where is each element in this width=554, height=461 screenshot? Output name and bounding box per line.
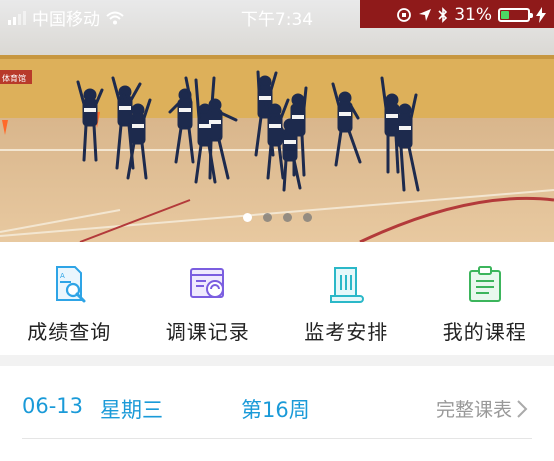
scroll-icon (330, 267, 365, 303)
today-schedule-header: 06-13 星期三 第16周 完整课表 (0, 366, 554, 438)
divider (22, 438, 532, 439)
schedule-date: 06-13 (22, 394, 84, 418)
carousel-dot[interactable] (282, 213, 292, 222)
carousel-dot[interactable] (242, 213, 252, 222)
menu-label: 我的课程 (442, 320, 527, 344)
orientation-lock-icon (397, 8, 412, 22)
carousel-dot[interactable] (262, 213, 272, 222)
menu-exam-proctoring[interactable]: 监考安排 (277, 242, 416, 355)
charging-bolt-icon (536, 7, 546, 23)
banner-carousel[interactable]: 体育馆 中国移动 下午7:34 31% (0, 0, 554, 242)
carousel-pagination[interactable] (0, 213, 554, 222)
menu-label: 监考安排 (304, 320, 389, 344)
chevron-right-icon (517, 399, 528, 418)
location-icon (419, 9, 432, 21)
svg-text:A: A (60, 272, 65, 280)
status-bar: 中国移动 下午7:34 31% (0, 0, 554, 30)
full-timetable-link[interactable]: 完整课表 (436, 395, 528, 422)
schedule-change-icon (189, 268, 224, 298)
full-timetable-label: 完整课表 (435, 399, 512, 421)
menu-label: 调课记录 (165, 320, 250, 344)
schedule-week: 第16周 (241, 398, 310, 422)
schedule-weekday: 星期三 (100, 398, 163, 422)
battery-icon (498, 8, 533, 22)
bluetooth-icon (438, 7, 448, 23)
menu-schedule-change[interactable]: 调课记录 (139, 242, 278, 355)
menu-label: 成绩查询 (27, 320, 112, 344)
clipboard-icon (468, 266, 501, 302)
banner-image: 体育馆 (0, 0, 554, 242)
quick-menu: A 成绩查询 调课记录 监考安排 我的课程 (0, 242, 554, 355)
menu-grade-query[interactable]: A 成绩查询 (0, 242, 139, 355)
menu-my-courses[interactable]: 我的课程 (416, 242, 554, 355)
section-separator (0, 355, 554, 366)
battery-percent: 31% (454, 5, 492, 25)
carousel-dot[interactable] (302, 213, 312, 222)
gym-sign-text: 体育馆 (2, 73, 26, 83)
grade-search-icon: A (56, 266, 86, 303)
